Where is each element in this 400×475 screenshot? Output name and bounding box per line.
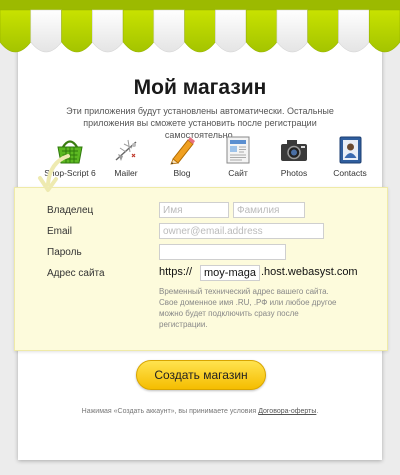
awning-stripe: [338, 9, 370, 53]
email-input[interactable]: [159, 223, 324, 239]
app-label: Photos: [280, 168, 308, 178]
awning-stripe: [0, 9, 32, 53]
awning-stripe: [184, 9, 216, 53]
site-address-hint: Временный технический адрес вашего сайта…: [159, 287, 337, 329]
app-photos: Photos: [264, 134, 324, 178]
signup-form: Владелец Email Пароль Адрес сайта https:…: [14, 187, 388, 351]
last-name-input[interactable]: [233, 202, 305, 218]
page-title: Мой магазин: [133, 76, 267, 99]
curved-arrow-icon: [38, 154, 70, 192]
awning-decoration: [0, 0, 400, 53]
awning-stripe: [215, 9, 247, 53]
app-label: Сайт: [228, 168, 248, 178]
awning-stripe: [276, 9, 308, 53]
first-name-input[interactable]: [159, 202, 229, 218]
app-blog: Blog: [152, 134, 212, 178]
site-address-label: Адрес сайта: [47, 268, 105, 279]
app-contacts: Contacts: [320, 134, 380, 178]
app-site: Сайт: [208, 134, 268, 178]
app-label: Mailer: [114, 168, 138, 178]
awning-stripe: [30, 9, 62, 53]
mailer-icon: [115, 139, 137, 161]
email-label: Email: [47, 226, 73, 237]
awning-stripe: [245, 9, 278, 53]
awning-stripe: [368, 9, 400, 53]
camera-icon: [281, 140, 307, 161]
app-mailer: Mailer: [96, 134, 156, 178]
offer-agreement-link[interactable]: Договора-оферты: [258, 408, 316, 415]
terms-notice: Нажимая «Создать аккаунт», вы принимаете…: [0, 408, 400, 415]
owner-label: Владелец: [47, 205, 94, 216]
app-label: Contacts: [333, 168, 367, 178]
awning-stripe: [153, 9, 185, 53]
app-label: Blog: [173, 168, 191, 178]
url-prefix: https://: [159, 266, 193, 278]
awning-stripe: [61, 9, 93, 53]
url-suffix: .host.webasyst.com: [261, 266, 358, 278]
contacts-icon: [339, 136, 362, 164]
password-label: Пароль: [47, 247, 82, 258]
pencil-icon: [170, 137, 195, 165]
app-list: Shop-Script 6 Mailer Blog Сайт Photos Co…: [44, 134, 367, 182]
create-store-button[interactable]: Создать магазин: [136, 360, 266, 390]
subdomain-input[interactable]: [200, 265, 260, 281]
awning-stripe: [307, 9, 339, 53]
awning-stripe: [122, 9, 155, 53]
terms-text: Нажимая «Создать аккаунт», вы принимаете…: [81, 408, 259, 415]
password-input[interactable]: [159, 244, 286, 260]
terms-end: .: [316, 408, 319, 415]
site-icon: [226, 136, 250, 164]
awning-stripe: [92, 9, 124, 53]
